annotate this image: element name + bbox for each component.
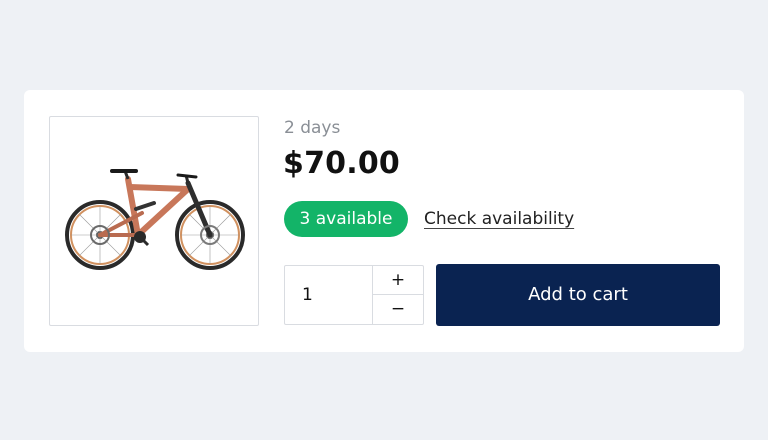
product-image[interactable] <box>49 116 259 326</box>
check-availability-link[interactable]: Check availability <box>424 209 574 229</box>
add-to-cart-button[interactable]: Add to cart <box>436 264 720 326</box>
rental-duration: 2 days <box>284 118 341 138</box>
availability-badge: 3 available <box>284 201 408 237</box>
price: $70.00 <box>283 146 400 181</box>
bicycle-icon <box>65 169 245 270</box>
product-card: 2 days $70.00 3 available Check availabi… <box>24 90 744 352</box>
quantity-increment-button[interactable]: + <box>372 266 423 295</box>
quantity-decrement-button[interactable]: − <box>372 295 423 324</box>
quantity-stepper: + − <box>284 265 424 325</box>
quantity-input[interactable] <box>285 266 371 324</box>
